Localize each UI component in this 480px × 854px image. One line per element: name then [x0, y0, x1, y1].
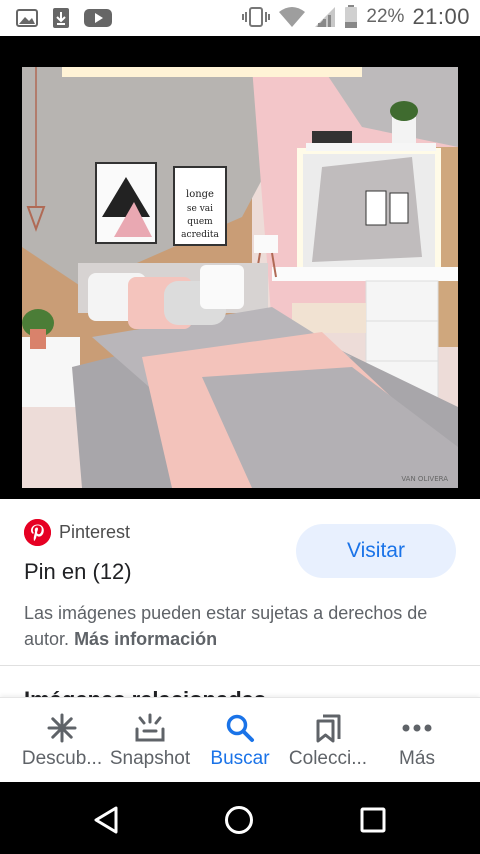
- nav-label: Buscar: [210, 748, 270, 769]
- gallery-icon: [16, 9, 38, 27]
- pinterest-logo-icon: [24, 519, 51, 546]
- nav-more[interactable]: Más: [369, 698, 465, 783]
- divider: [0, 665, 480, 666]
- home-button[interactable]: [219, 800, 259, 840]
- home-icon: [225, 806, 253, 834]
- status-notifications: [16, 7, 112, 29]
- nav-discover[interactable]: Descub...: [14, 698, 110, 783]
- recents-button[interactable]: [353, 800, 393, 840]
- nav-snapshot[interactable]: Snapshot: [102, 698, 198, 783]
- signal-icon: [315, 7, 336, 27]
- result-info-card: Pinterest Pin en (12) Visitar Las imágen…: [0, 499, 480, 697]
- system-navigation-bar: [0, 782, 480, 854]
- image-viewer[interactable]: longe se vai quem acredita VAN OLIVERA: [0, 36, 480, 499]
- bedroom-photo[interactable]: longe se vai quem acredita VAN OLIVERA: [22, 67, 458, 488]
- more-icon: [402, 724, 432, 732]
- vibrate-icon: [242, 7, 271, 27]
- nav-search[interactable]: Buscar: [192, 698, 288, 783]
- more-info-link[interactable]: Más información: [74, 629, 217, 649]
- bedroom-illustration: longe se vai quem acredita VAN OLIVERA: [22, 67, 458, 488]
- search-icon: [226, 714, 254, 742]
- source-name: Pinterest: [59, 522, 131, 542]
- wifi-icon: [279, 7, 306, 27]
- nav-label: Snapshot: [109, 748, 191, 769]
- status-system: 22% 21:00: [242, 4, 470, 30]
- nav-collections[interactable]: Colecci...: [280, 698, 376, 783]
- copyright-notice: Las imágenes pueden estar sujetas a dere…: [24, 600, 464, 652]
- nav-label: Descub...: [21, 748, 103, 769]
- svg-text:se vai: se vai: [187, 204, 213, 214]
- status-bar: 22% 21:00: [0, 0, 480, 36]
- clock: 21:00: [412, 4, 470, 29]
- visit-button[interactable]: Visitar: [296, 524, 456, 578]
- svg-text:VAN OLIVERA: VAN OLIVERA: [401, 475, 448, 483]
- download-icon: [53, 8, 69, 28]
- back-icon: [94, 806, 118, 834]
- recents-icon: [360, 807, 386, 833]
- svg-text:quem: quem: [187, 217, 213, 227]
- bottom-navigation: Descub... Snapshot Buscar Colecci... Más: [0, 697, 480, 782]
- youtube-icon: [84, 9, 112, 27]
- snapshot-icon: [135, 713, 165, 742]
- battery-icon: [345, 5, 358, 28]
- related-images-heading: Imágenes relacionadas: [24, 685, 266, 698]
- source-row[interactable]: Pinterest: [24, 519, 130, 546]
- back-button[interactable]: [86, 800, 126, 840]
- battery-percent: 22%: [366, 6, 405, 27]
- nav-label: Más: [399, 748, 435, 769]
- result-title[interactable]: Pin en (12): [24, 559, 132, 585]
- svg-text:longe: longe: [186, 189, 214, 200]
- asterisk-icon: [47, 713, 77, 743]
- nav-label: Colecci...: [288, 748, 368, 769]
- svg-text:acredita: acredita: [181, 230, 219, 240]
- collections-icon: [316, 714, 341, 743]
